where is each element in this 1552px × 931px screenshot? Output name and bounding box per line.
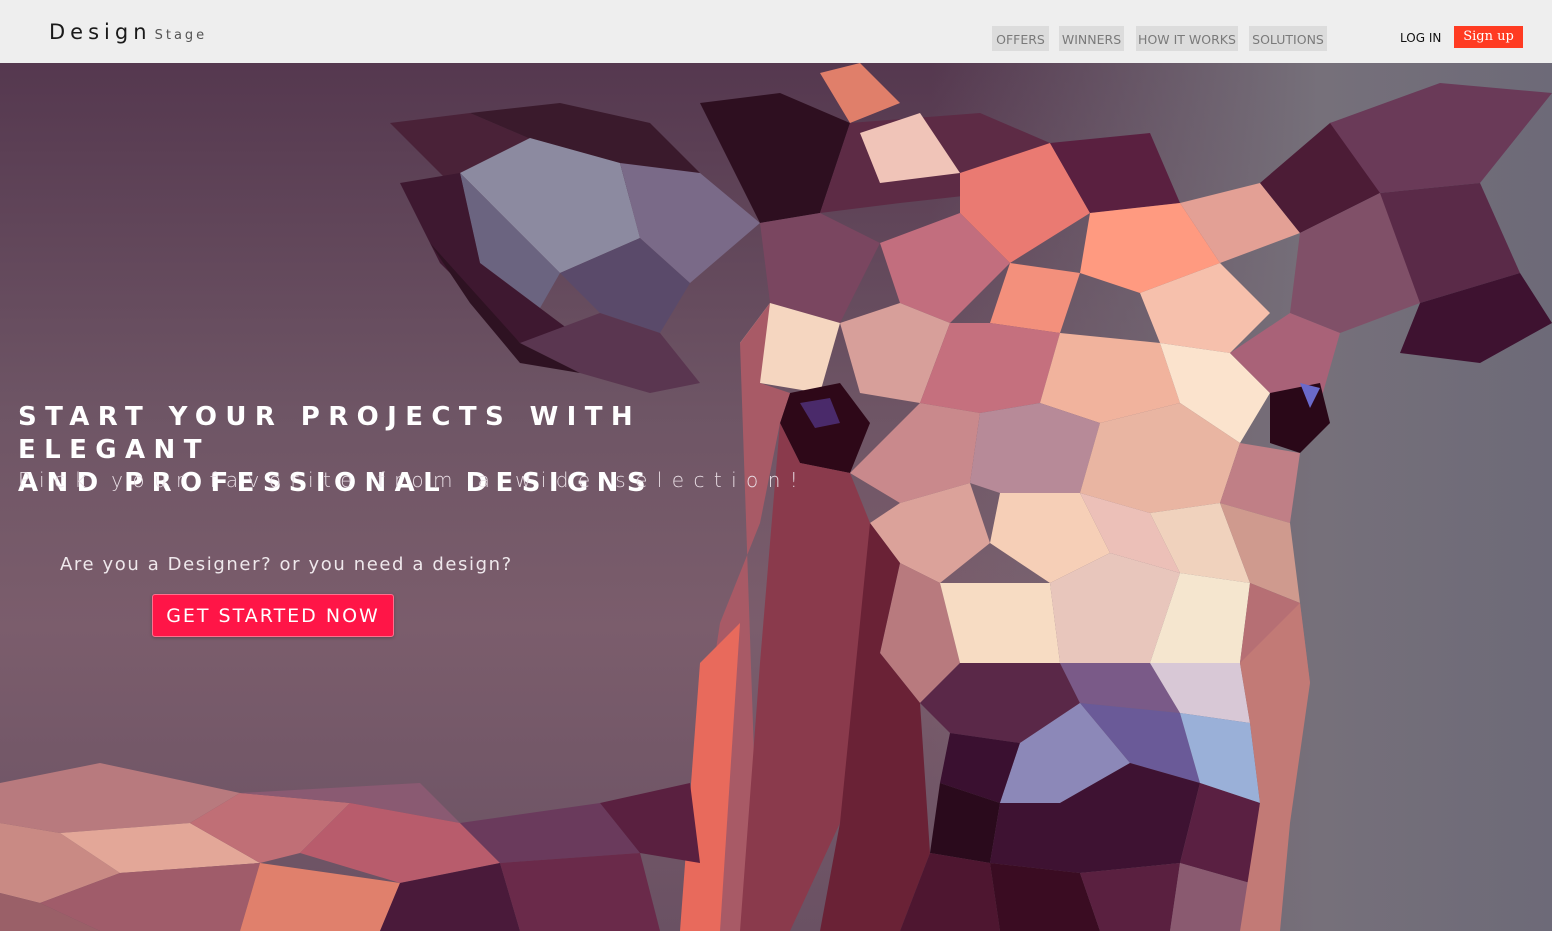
logo-main-text: Design [49,20,152,44]
logo[interactable]: Design Stage [49,20,207,44]
nav-item-how-it-works[interactable]: HOW IT WORKS [1136,26,1238,51]
hero-subtitle: Pick your favorite from a wide selection… [18,468,808,492]
foreground-terrain [0,763,700,931]
hero-question: Are you a Designer? or you need a design… [60,554,513,575]
nav-item-solutions[interactable]: SOLUTIONS [1249,26,1327,51]
logo-sub-text: Stage [154,28,208,43]
get-started-button[interactable]: GET STARTED NOW [152,594,394,637]
login-link[interactable]: LOG IN [1400,31,1441,45]
hero-section: START YOUR PROJECTS WITH ELEGANT AND PRO… [0,63,1552,931]
deer-muzzle [920,663,1260,883]
nav-item-offers[interactable]: OFFERS [992,26,1049,51]
deer-left-ear [390,103,760,393]
deer-face [850,403,1310,703]
signup-button[interactable]: Sign up [1454,26,1523,48]
top-navbar: Design Stage OFFERS WINNERS HOW IT WORKS… [0,0,1552,63]
nav-item-winners[interactable]: WINNERS [1059,26,1124,51]
hero-title-line-1: START YOUR PROJECTS WITH ELEGANT [18,402,642,465]
